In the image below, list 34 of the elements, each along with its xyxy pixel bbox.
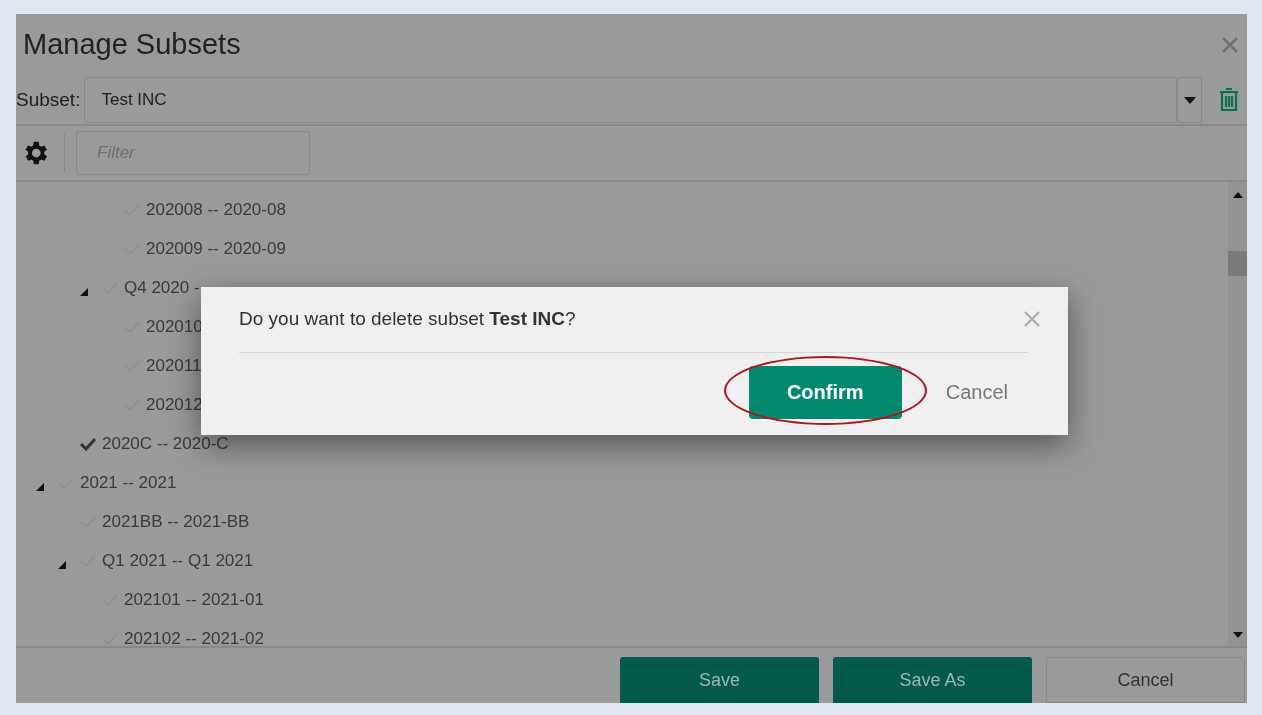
tree-item-label[interactable]: Q4 2020 -	[124, 274, 200, 301]
tree-item-label[interactable]: 202009 -- 2020-09	[146, 235, 286, 262]
subset-label: Subset:	[16, 87, 81, 112]
tree-item-label[interactable]: 2021BB -- 2021-BB	[102, 508, 250, 535]
scroll-thumb[interactable]	[1228, 251, 1247, 276]
cancel-button[interactable]: Cancel	[1046, 657, 1245, 703]
window-title: Manage Subsets	[23, 27, 241, 63]
scroll-up-icon[interactable]	[1232, 192, 1243, 198]
confirm-button[interactable]: Confirm	[748, 365, 902, 419]
expand-triangle-icon[interactable]	[36, 482, 44, 491]
scroll-down-icon[interactable]	[1232, 632, 1243, 638]
tree-item-label[interactable]: 202101 -- 2021-01	[124, 586, 264, 613]
cancel-button[interactable]: Cancel	[945, 377, 1008, 407]
expand-triangle-icon[interactable]	[80, 287, 88, 296]
dialog-message: Do you want to delete subset Test INC?	[239, 307, 576, 331]
save-button[interactable]: Save	[620, 657, 819, 703]
tree-item-label[interactable]: 202008 -- 2020-08	[146, 196, 286, 223]
tree-item-label[interactable]: 2020C -- 2020-C	[102, 430, 229, 457]
close-icon[interactable]	[1024, 311, 1040, 328]
check-icon[interactable]	[80, 436, 96, 451]
tree-item-label[interactable]: 202011	[146, 352, 202, 379]
trash-icon[interactable]	[1219, 88, 1239, 112]
tree-item-label[interactable]: 202012	[146, 391, 203, 418]
save-button[interactable]: Save As	[833, 657, 1032, 703]
close-icon[interactable]	[1221, 36, 1239, 54]
dropdown-button[interactable]	[1177, 77, 1202, 123]
tree-item-label[interactable]: 2021 -- 2021	[80, 469, 177, 496]
scrollbar[interactable]	[1228, 182, 1247, 646]
subset-field[interactable]: Test INC	[84, 77, 1177, 123]
tree-item-label[interactable]: Q1 2021 -- Q1 2021	[102, 547, 254, 574]
expand-triangle-icon[interactable]	[58, 560, 66, 569]
tree-item-label[interactable]: 202010	[146, 313, 203, 340]
caret-icon	[1183, 96, 1196, 104]
tree-item-label[interactable]: 202102 -- 2021-02	[124, 625, 264, 646]
